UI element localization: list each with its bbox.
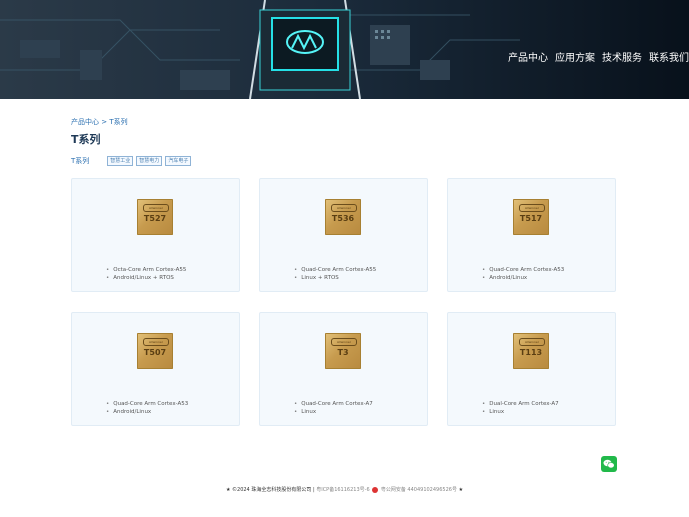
- product-card-t507[interactable]: Allwinner T507 Quad-Core Arm Cortex-A53 …: [71, 312, 240, 426]
- tag-smart-power[interactable]: 智慧电力: [136, 156, 163, 166]
- chip-model: T536: [331, 214, 355, 223]
- footer-star: ★: [225, 487, 231, 493]
- product-card-t536[interactable]: Allwinner T536 Quad-Core Arm Cortex-A55 …: [259, 178, 428, 292]
- footer-police-link[interactable]: 粤公网安备 44049102496526号: [381, 487, 457, 493]
- spec-item: Linux: [294, 408, 373, 416]
- nav-item-products[interactable]: 产品中心: [508, 49, 548, 64]
- chip-model: T507: [143, 348, 167, 357]
- product-card-t113[interactable]: Allwinner T113 Dual-Core Arm Cortex-A7 L…: [447, 312, 616, 426]
- chip-brand-logo: Allwinner: [143, 204, 169, 212]
- spec-item: Android/Linux + RTOS: [106, 274, 186, 282]
- chip-model: T3: [337, 348, 349, 357]
- nav-item-tech-support[interactable]: 技术服务: [602, 49, 642, 64]
- chip-model: T517: [519, 214, 543, 223]
- chip-image: Allwinner T507: [137, 333, 173, 369]
- chip-brand-logo: Allwinner: [331, 204, 357, 212]
- filter-label: T系列: [71, 157, 90, 165]
- chip-brand-logo: Allwinner: [143, 338, 169, 346]
- chip-image: Allwinner T527: [137, 199, 173, 235]
- product-card-t517[interactable]: Allwinner T517 Quad-Core Arm Cortex-A53 …: [447, 178, 616, 292]
- spec-item: Quad-Core Arm Cortex-A53: [482, 266, 564, 274]
- chip-brand-logo: Allwinner: [519, 338, 545, 346]
- spec-list: Dual-Core Arm Cortex-A7 Linux: [482, 400, 559, 416]
- footer-divider: |: [312, 487, 315, 493]
- chip-image: Allwinner T113: [513, 333, 549, 369]
- product-card-t527[interactable]: Allwinner T527 Octa-Core Arm Cortex-A55 …: [71, 178, 240, 292]
- filter-row: T系列 智慧工业 智慧电力 汽车电子: [71, 156, 194, 166]
- hero-banner: 产品中心 应用方案 技术服务 联系我们: [0, 0, 689, 99]
- footer-icp-link[interactable]: 粤ICP备16116213号-6: [316, 487, 369, 493]
- footer-copyright: ©2024 珠海全志科技股份有限公司: [232, 487, 312, 493]
- spec-item: Android/Linux: [106, 408, 188, 416]
- spec-item: Dual-Core Arm Cortex-A7: [482, 400, 558, 408]
- footer: ★ ©2024 珠海全志科技股份有限公司 | 粤ICP备16116213号-6 …: [0, 486, 689, 493]
- chip-model: T113: [519, 348, 543, 357]
- product-card-t3[interactable]: Allwinner T3 Quad-Core Arm Cortex-A7 Lin…: [259, 312, 428, 426]
- breadcrumb-separator: >: [101, 118, 108, 126]
- wechat-glyph: [603, 459, 615, 469]
- footer-star: ★: [458, 487, 464, 493]
- spec-list: Octa-Core Arm Cortex-A55 Android/Linux +…: [106, 266, 186, 282]
- spec-list: Quad-Core Arm Cortex-A53 Android/Linux: [106, 400, 188, 416]
- nav-item-solutions[interactable]: 应用方案: [555, 49, 595, 64]
- spec-list: Quad-Core Arm Cortex-A55 Linux + RTOS: [294, 266, 376, 282]
- tag-auto-electronics[interactable]: 汽车电子: [165, 156, 192, 166]
- wechat-icon[interactable]: [601, 456, 617, 472]
- page-title: T系列: [71, 133, 101, 146]
- chip-image: Allwinner T536: [325, 199, 361, 235]
- tag-smart-industry[interactable]: 智慧工业: [107, 156, 134, 166]
- main-nav: 产品中心 应用方案 技术服务 联系我们: [501, 49, 689, 64]
- spec-list: Quad-Core Arm Cortex-A7 Linux: [294, 400, 373, 416]
- spec-item: Linux + RTOS: [294, 274, 376, 282]
- spec-item: Android/Linux: [482, 274, 564, 282]
- nav-item-contact[interactable]: 联系我们: [649, 49, 689, 64]
- spec-item: Quad-Core Arm Cortex-A55: [294, 266, 376, 274]
- chip-brand-logo: Allwinner: [519, 204, 545, 212]
- police-badge-icon: [372, 486, 379, 493]
- spec-item: Quad-Core Arm Cortex-A7: [294, 400, 372, 408]
- spec-item: Quad-Core Arm Cortex-A53: [106, 400, 188, 408]
- chip-image: Allwinner T3: [325, 333, 361, 369]
- breadcrumb-root[interactable]: 产品中心: [71, 118, 99, 126]
- breadcrumb-current[interactable]: T系列: [109, 118, 127, 126]
- spec-item: Octa-Core Arm Cortex-A55: [106, 266, 186, 274]
- spec-item: Linux: [482, 408, 559, 416]
- chip-image: Allwinner T517: [513, 199, 549, 235]
- spec-list: Quad-Core Arm Cortex-A53 Android/Linux: [482, 266, 564, 282]
- chip-model: T527: [143, 214, 167, 223]
- chip-brand-logo: Allwinner: [331, 338, 357, 346]
- breadcrumb: 产品中心 > T系列: [71, 117, 128, 127]
